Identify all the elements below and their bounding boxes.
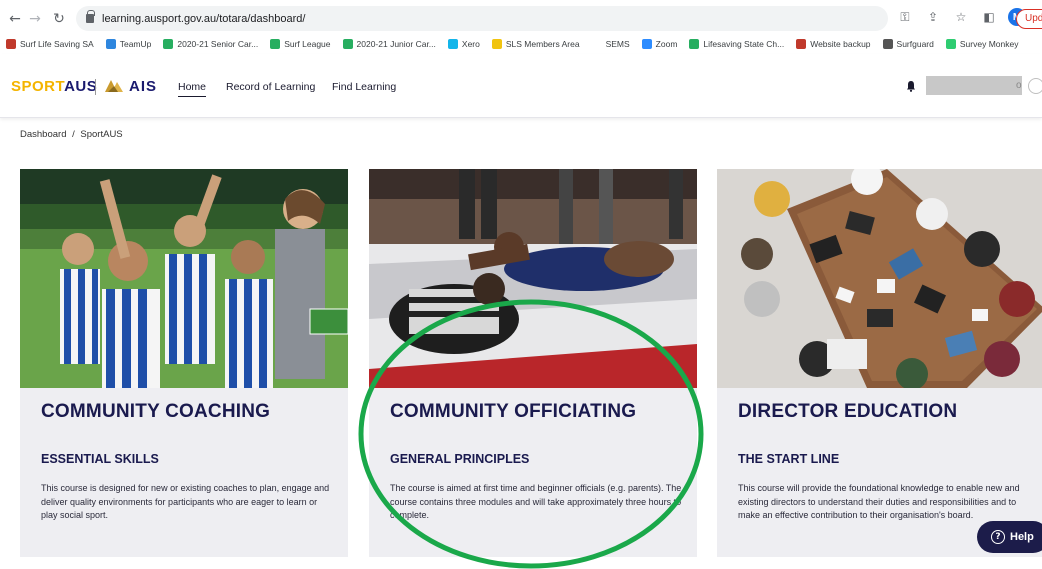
card-title[interactable]: COMMUNITY OFFICIATING bbox=[390, 401, 636, 423]
bookmark-label: Surf Life Saving SA bbox=[20, 39, 94, 49]
bookmark-label: Surf League bbox=[284, 39, 331, 49]
side-panel-icon[interactable]: ◧ bbox=[980, 8, 998, 26]
nav-find-learning[interactable]: Find Learning bbox=[332, 81, 396, 93]
lock-icon bbox=[86, 10, 95, 23]
logo-aus-text: AUS bbox=[64, 78, 98, 95]
bookmark-item[interactable]: SEMS bbox=[591, 39, 630, 49]
bookmark-item[interactable]: TeamUp bbox=[105, 39, 152, 49]
bookmark-favicon-icon bbox=[6, 39, 16, 49]
bookmark-favicon-icon bbox=[689, 39, 700, 49]
user-avatar[interactable] bbox=[1028, 78, 1042, 94]
bookmark-label: 2020-21 Junior Car... bbox=[356, 39, 436, 49]
user-name-redacted[interactable] bbox=[926, 76, 1022, 95]
card-subtitle: THE START LINE bbox=[738, 452, 840, 466]
bookmark-item[interactable]: Surfguard bbox=[882, 39, 934, 49]
bookmark-label: Survey Monkey bbox=[959, 39, 1019, 49]
bookmark-favicon-icon bbox=[447, 39, 458, 49]
sportaus-logo[interactable]: SPORTAUS bbox=[11, 78, 97, 95]
bookmark-label: Website backup bbox=[810, 39, 871, 49]
course-card-director-education[interactable]: DIRECTOR EDUCATION THE START LINE This c… bbox=[717, 169, 1042, 557]
breadcrumb: Dashboard / SportAUS bbox=[20, 129, 126, 140]
coaching-photo bbox=[20, 169, 348, 388]
bookmark-item[interactable]: 2020-21 Senior Car... bbox=[163, 39, 258, 49]
back-arrow-icon[interactable]: ← bbox=[4, 8, 26, 30]
bookmark-label: SEMS bbox=[605, 39, 630, 49]
card-subtitle: ESSENTIAL SKILLS bbox=[41, 452, 159, 466]
bookmark-favicon-icon bbox=[796, 39, 807, 49]
nav-home[interactable]: Home bbox=[178, 81, 207, 97]
url-text: learning.ausport.gov.au/totara/dashboard… bbox=[102, 12, 306, 25]
address-bar[interactable]: learning.ausport.gov.au/totara/dashboard… bbox=[76, 6, 888, 31]
bookmark-favicon-icon bbox=[105, 39, 116, 49]
bookmark-favicon-icon bbox=[641, 39, 652, 49]
bookmark-label: TeamUp bbox=[119, 39, 152, 49]
nav-record-of-learning[interactable]: Record of Learning bbox=[226, 81, 315, 93]
card-subtitle: GENERAL PRINCIPLES bbox=[390, 452, 530, 466]
reload-icon[interactable]: ↻ bbox=[48, 8, 70, 30]
logo-divider bbox=[95, 79, 96, 95]
bookmark-item[interactable]: Zoom bbox=[641, 39, 678, 49]
bookmark-item[interactable]: SLS Members Area bbox=[491, 39, 580, 49]
bookmark-label: SLS Members Area bbox=[505, 39, 580, 49]
help-button[interactable]: ? Help bbox=[977, 521, 1042, 553]
director-photo bbox=[717, 169, 1042, 388]
bookmark-item[interactable]: Lifesaving State Ch... bbox=[689, 39, 784, 49]
browser-toolbar: ← → ↻ learning.ausport.gov.au/totara/das… bbox=[0, 0, 1042, 34]
site-header: SPORTAUS AIS Home Record of Learning Fin… bbox=[0, 54, 1042, 118]
bookmark-item[interactable]: 2020-21 Junior Car... bbox=[342, 39, 436, 49]
breadcrumb-current: SportAUS bbox=[80, 129, 123, 140]
forward-arrow-icon[interactable]: → bbox=[24, 8, 46, 30]
ais-logo-text[interactable]: AIS bbox=[129, 78, 157, 95]
logo-sport-text: SPORT bbox=[11, 78, 65, 95]
bookmark-favicon-icon bbox=[945, 39, 956, 49]
breadcrumb-separator: / bbox=[72, 129, 75, 140]
bookmark-label: Xero bbox=[461, 39, 480, 49]
help-label: Help bbox=[1010, 531, 1034, 543]
card-description: This course will provide the foundationa… bbox=[738, 483, 1020, 520]
star-icon[interactable]: ☆ bbox=[952, 8, 970, 26]
bookmark-favicon-icon bbox=[163, 39, 174, 49]
bookmark-item[interactable]: Xero bbox=[447, 39, 480, 49]
breadcrumb-dashboard[interactable]: Dashboard bbox=[20, 129, 66, 140]
course-card-community-officiating[interactable]: COMMUNITY OFFICIATING GENERAL PRINCIPLES… bbox=[369, 169, 697, 557]
card-title[interactable]: DIRECTOR EDUCATION bbox=[738, 401, 957, 423]
bookmark-label: Zoom bbox=[655, 39, 678, 49]
bookmark-item[interactable]: Surf Life Saving SA bbox=[6, 39, 94, 49]
bookmark-item[interactable]: Website backup bbox=[796, 39, 871, 49]
bookmark-favicon-icon bbox=[270, 39, 281, 49]
share-icon[interactable]: ⇪ bbox=[924, 8, 942, 26]
ais-mark-icon bbox=[105, 80, 123, 92]
bookmark-item[interactable]: Surf League bbox=[270, 39, 331, 49]
user-name-suffix: o bbox=[1016, 80, 1022, 91]
card-description: This course is designed for new or exist… bbox=[41, 483, 330, 520]
card-title[interactable]: COMMUNITY COACHING bbox=[41, 401, 270, 423]
bookmark-favicon-icon bbox=[882, 39, 893, 49]
bell-icon[interactable] bbox=[906, 80, 916, 92]
bookmarks-bar: Surf Life Saving SA TeamUp 2020-21 Senior … bbox=[0, 34, 1042, 54]
bookmark-favicon-icon bbox=[491, 39, 502, 49]
bookmark-label: Surfguard bbox=[896, 39, 934, 49]
bookmark-item[interactable]: Survey Monkey bbox=[945, 39, 1019, 49]
bookmark-label: 2020-21 Senior Car... bbox=[177, 39, 259, 49]
bookmark-favicon-icon bbox=[591, 39, 602, 49]
browser-actions: ⚿ ⇪ ☆ ◧ M bbox=[896, 8, 1026, 26]
card-description: The course is aimed at first time and be… bbox=[390, 483, 682, 520]
officiating-photo bbox=[369, 169, 697, 388]
course-card-community-coaching[interactable]: COMMUNITY COACHING ESSENTIAL SKILLS This… bbox=[20, 169, 348, 557]
key-icon[interactable]: ⚿ bbox=[896, 8, 914, 26]
bookmark-favicon-icon bbox=[342, 39, 353, 49]
question-icon: ? bbox=[991, 530, 1005, 544]
bookmark-label: Lifesaving State Ch... bbox=[703, 39, 785, 49]
update-button[interactable]: Upda bbox=[1016, 9, 1042, 29]
